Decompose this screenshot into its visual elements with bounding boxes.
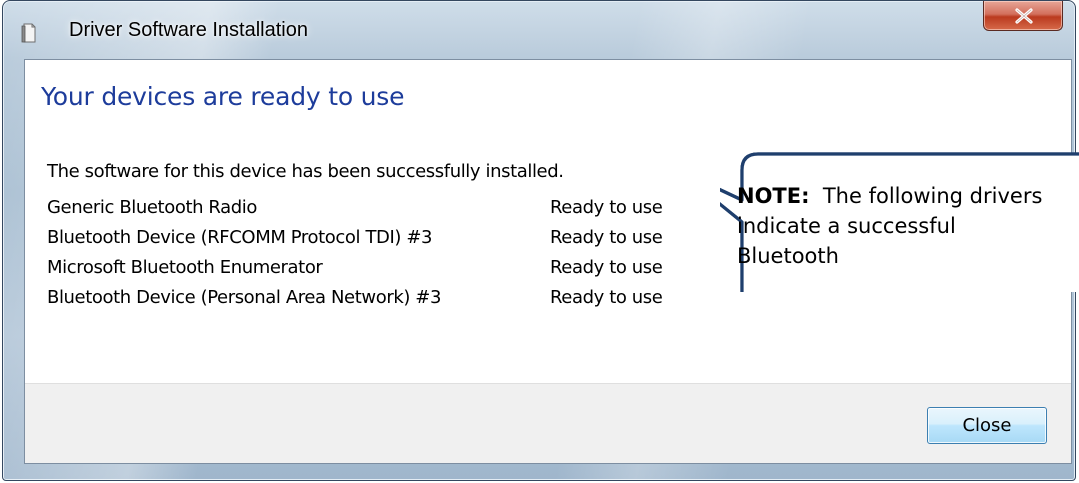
button-bar: Close <box>25 383 1071 463</box>
device-name: Generic Bluetooth Radio <box>47 197 258 218</box>
list-item: Generic Bluetooth Radio Ready to use <box>47 197 707 227</box>
list-item: Microsoft Bluetooth Enumerator Ready to … <box>47 257 707 287</box>
device-list: Generic Bluetooth Radio Ready to use Blu… <box>47 197 707 317</box>
device-status: Ready to use <box>550 257 663 278</box>
title-bar[interactable]: Driver Software Installation <box>3 1 1075 59</box>
list-item: Bluetooth Device (Personal Area Network)… <box>47 287 707 317</box>
window-title: Driver Software Installation <box>69 19 308 41</box>
device-name: Bluetooth Device (RFCOMM Protocol TDI) #… <box>47 227 433 248</box>
dialog-heading: Your devices are ready to use <box>41 82 405 111</box>
device-name: Bluetooth Device (Personal Area Network)… <box>47 287 442 308</box>
callout-label: NOTE: <box>737 184 810 208</box>
device-name: Microsoft Bluetooth Enumerator <box>47 257 323 278</box>
document-icon <box>21 23 37 43</box>
device-status: Ready to use <box>550 287 663 308</box>
status-message: The software for this device has been su… <box>47 161 564 182</box>
device-status: Ready to use <box>550 197 663 218</box>
close-icon <box>1015 8 1033 24</box>
callout-text: NOTE: The following drivers indicate a s… <box>737 181 1062 271</box>
list-item: Bluetooth Device (RFCOMM Protocol TDI) #… <box>47 227 707 257</box>
window-close-button[interactable] <box>983 1 1063 31</box>
close-button[interactable]: Close <box>927 407 1047 444</box>
device-status: Ready to use <box>550 227 663 248</box>
callout-text-area: NOTE: The following drivers indicate a s… <box>727 175 1062 287</box>
